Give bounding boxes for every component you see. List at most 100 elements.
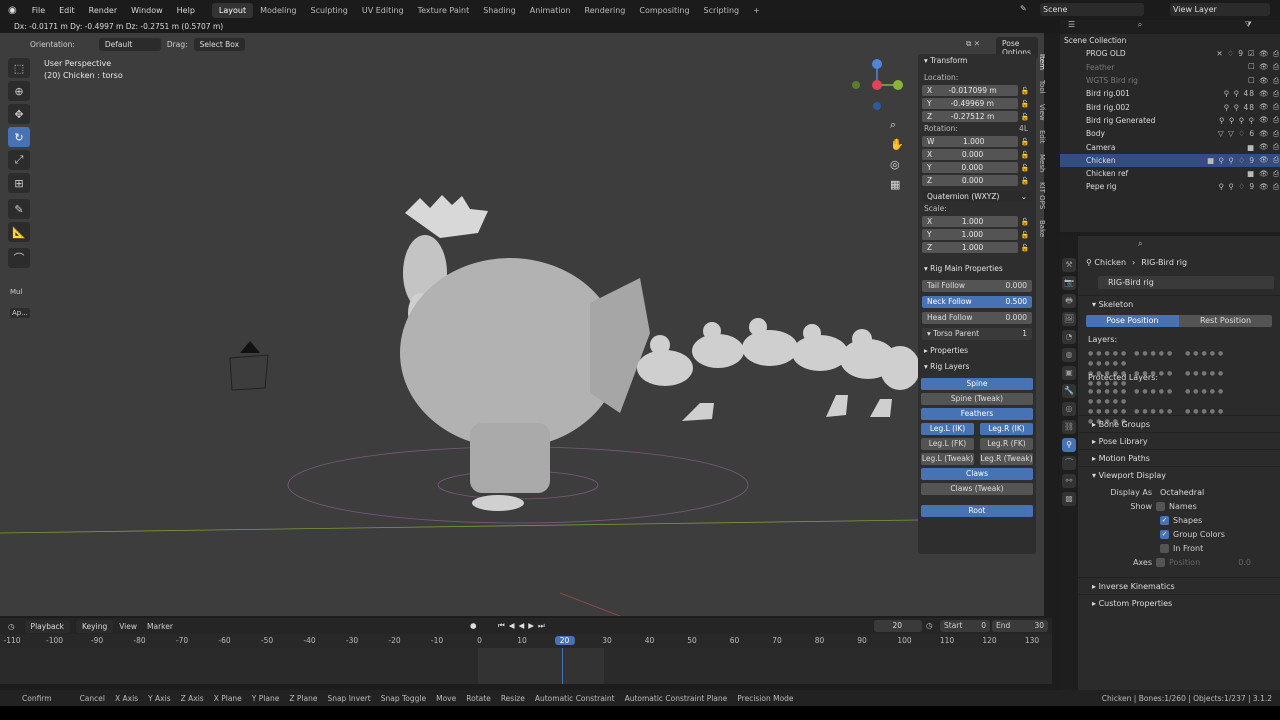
tab-shading[interactable]: Shading — [476, 3, 523, 18]
bone-groups-section-header[interactable]: ▸ Bone Groups — [1078, 415, 1280, 432]
object-tab-icon[interactable]: ▣ — [1062, 366, 1076, 380]
record-icon[interactable]: ● — [470, 621, 477, 630]
location-x-field[interactable]: X -0.017099 m — [922, 85, 1018, 96]
drag-dropdown[interactable]: Select Box — [193, 37, 246, 51]
shapes-checkbox[interactable]: ✓ — [1160, 515, 1169, 525]
outliner-row[interactable]: Bird rig Generated ⚲ ⚲ ⚲ ⚲ 👁 ⎙ — [1060, 114, 1280, 127]
menu-edit[interactable]: Edit — [52, 6, 82, 15]
menu-window[interactable]: Window — [124, 6, 170, 15]
display-as-dropdown[interactable]: Octahedral — [1156, 486, 1252, 498]
tab-sculpting[interactable]: Sculpting — [304, 3, 355, 18]
scale-z-field[interactable]: Z 1.000 — [922, 242, 1018, 253]
lock-icon[interactable]: 🔓 — [1018, 138, 1032, 146]
bone-tool-icon[interactable]: ⌒ — [8, 248, 30, 268]
rotation-w-field[interactable]: W 1.000 — [922, 136, 1018, 147]
scale-y-field[interactable]: Y 1.000 — [922, 229, 1018, 240]
physics-tab-icon[interactable]: ◎ — [1062, 402, 1076, 416]
menu-render[interactable]: Render — [82, 6, 124, 15]
tab-item[interactable]: Item — [1038, 54, 1046, 70]
outliner-row[interactable]: PROG OLD ✕ ♢ 9 ☑ 👁 ⎙ — [1060, 47, 1280, 60]
tab-compositing[interactable]: Compositing — [632, 3, 696, 18]
layer-leg-l-fk-button[interactable]: Leg.L (FK) — [921, 438, 974, 450]
constraint-tab-icon[interactable]: ⛓ — [1062, 420, 1076, 434]
lock-icon[interactable]: 🔓 — [1018, 218, 1032, 226]
tab-mesh[interactable]: Mesh — [1038, 154, 1046, 172]
lock-icon[interactable]: 🔓 — [1018, 113, 1032, 121]
rotation-mode-dropdown[interactable]: Quaternion (WXYZ) ⌄ — [922, 191, 1032, 202]
pan-hand-icon[interactable]: ✋ — [890, 135, 904, 155]
layer-leg-r-ik-button[interactable]: Leg.R (IK) — [980, 423, 1033, 435]
rotate-tool-icon[interactable]: ↻ — [8, 127, 30, 147]
layer-leg-l-ik-button[interactable]: Leg.L (IK) — [921, 423, 974, 435]
output-tab-icon[interactable]: 🖶 — [1062, 294, 1076, 308]
scale-tool-icon[interactable]: ⤢ — [8, 150, 30, 170]
head-follow-slider[interactable]: Head Follow 0.000 — [922, 312, 1032, 324]
layer-spine-tweak-button[interactable]: Spine (Tweak) — [921, 393, 1033, 405]
measure-tool-icon[interactable]: 📐 — [8, 222, 30, 242]
tab-layout[interactable]: Layout — [211, 2, 254, 18]
location-y-field[interactable]: Y -0.49969 m — [922, 98, 1018, 109]
view-layer-tab-icon[interactable]: 🖼 — [1062, 312, 1076, 326]
motion-paths-section-header[interactable]: ▸ Motion Paths — [1078, 449, 1280, 466]
outliner-row[interactable]: Camera ■ 👁 ⎙ — [1060, 140, 1280, 153]
axes-position-field[interactable]: Position 0.0 — [1169, 558, 1251, 567]
end-frame-field[interactable]: End 30 — [992, 620, 1048, 632]
rotation-z-field[interactable]: Z 0.000 — [922, 175, 1018, 186]
outliner-row-selected[interactable]: Chicken ■ ⚲ ⚲ ♢ 9 👁 ⎙ — [1060, 153, 1280, 167]
viewport-display-section-header[interactable]: ▾ Viewport Display — [1078, 466, 1280, 483]
add-workspace-icon[interactable]: + — [746, 3, 767, 18]
rest-position-button[interactable]: Rest Position — [1179, 315, 1272, 327]
group-colors-checkbox[interactable]: ✓ — [1160, 529, 1169, 539]
in-front-checkbox[interactable] — [1160, 543, 1169, 553]
move-tool-icon[interactable]: ✥ — [8, 104, 30, 124]
ap-button[interactable]: Ap... — [10, 308, 30, 318]
outliner-row[interactable]: Scene Collection — [1060, 34, 1280, 47]
outliner-row[interactable]: Bird rig.002 ⚲ ⚲ 48 👁 ⎙ — [1060, 100, 1280, 113]
outliner-row[interactable]: Chicken ref ■ 👁 ⎙ — [1060, 167, 1280, 180]
overlay-icon[interactable]: ⧉ ✕ — [966, 39, 980, 49]
grid-view-icon[interactable]: ▦ — [890, 175, 904, 195]
lock-icon[interactable]: 🔓 — [1018, 164, 1032, 172]
lock-icon[interactable]: 🔓 — [1018, 151, 1032, 159]
tool-tab-icon[interactable]: ⚒ — [1062, 258, 1076, 272]
layer-spine-button[interactable]: Spine — [921, 378, 1033, 390]
rig-layers-section-header[interactable]: ▾ Rig Layers — [918, 360, 1036, 374]
skeleton-section-header[interactable]: ▾ Skeleton — [1078, 295, 1280, 312]
tab-texture-paint[interactable]: Texture Paint — [411, 3, 477, 18]
tab-bake[interactable]: Bake — [1038, 220, 1046, 237]
outliner-row[interactable]: WGTS Bird rig ☐ 👁 ⎙ — [1060, 74, 1280, 87]
tab-scripting[interactable]: Scripting — [697, 3, 747, 18]
outliner-row[interactable]: Body ▽ ▽ ♢ 6 👁 ⎙ — [1060, 127, 1280, 140]
annotate-tool-icon[interactable]: ✎ — [8, 199, 30, 219]
lock-icon[interactable]: 🔓 — [1018, 244, 1032, 252]
keying-menu[interactable]: Keying — [76, 619, 114, 633]
cursor-tool-icon[interactable]: ⊕ — [8, 81, 30, 101]
render-tab-icon[interactable]: 📷 — [1062, 276, 1076, 290]
layer-feathers-button[interactable]: Feathers — [921, 408, 1033, 420]
lock-icon[interactable]: 🔓 — [1018, 231, 1032, 239]
camera-view-icon[interactable]: ◎ — [890, 155, 904, 175]
bone-tab-icon[interactable]: ⌒ — [1062, 456, 1076, 470]
datablock-selector[interactable]: RIG-Bird rig — [1098, 276, 1274, 289]
outliner-search-icon[interactable]: ⌕ — [1138, 20, 1142, 29]
layer-leg-r-fk-button[interactable]: Leg.R (FK) — [980, 438, 1033, 450]
tail-follow-slider[interactable]: Tail Follow 0.000 — [922, 280, 1032, 292]
neck-follow-slider[interactable]: Neck Follow 0.500 — [922, 296, 1032, 308]
bone-constraint-tab-icon[interactable]: ⚯ — [1062, 474, 1076, 488]
inverse-kinematics-section-header[interactable]: ▸ Inverse Kinematics — [1078, 577, 1280, 594]
menu-help[interactable]: Help — [170, 6, 202, 15]
props-search-icon[interactable]: ⌕ — [1078, 236, 1280, 252]
names-checkbox[interactable] — [1156, 501, 1165, 511]
lock-icon[interactable]: 🔓 — [1018, 87, 1032, 95]
texture-tab-icon[interactable]: ▩ — [1062, 492, 1076, 506]
tab-animation[interactable]: Animation — [523, 3, 578, 18]
tab-view[interactable]: View — [1038, 104, 1046, 121]
properties-editor-icon[interactable] — [1060, 236, 1078, 254]
timeline-track[interactable] — [0, 648, 1052, 684]
lock-icon[interactable]: 🔓 — [1018, 100, 1032, 108]
modifier-tab-icon[interactable]: 🔧 — [1062, 384, 1076, 398]
playback-controls-icon[interactable]: ⏮◀◀▶⏭ — [498, 621, 549, 631]
scene-selector[interactable]: Scene — [1040, 3, 1144, 16]
location-z-field[interactable]: Z -0.27512 m — [922, 111, 1018, 122]
tab-uv-editing[interactable]: UV Editing — [355, 3, 411, 18]
